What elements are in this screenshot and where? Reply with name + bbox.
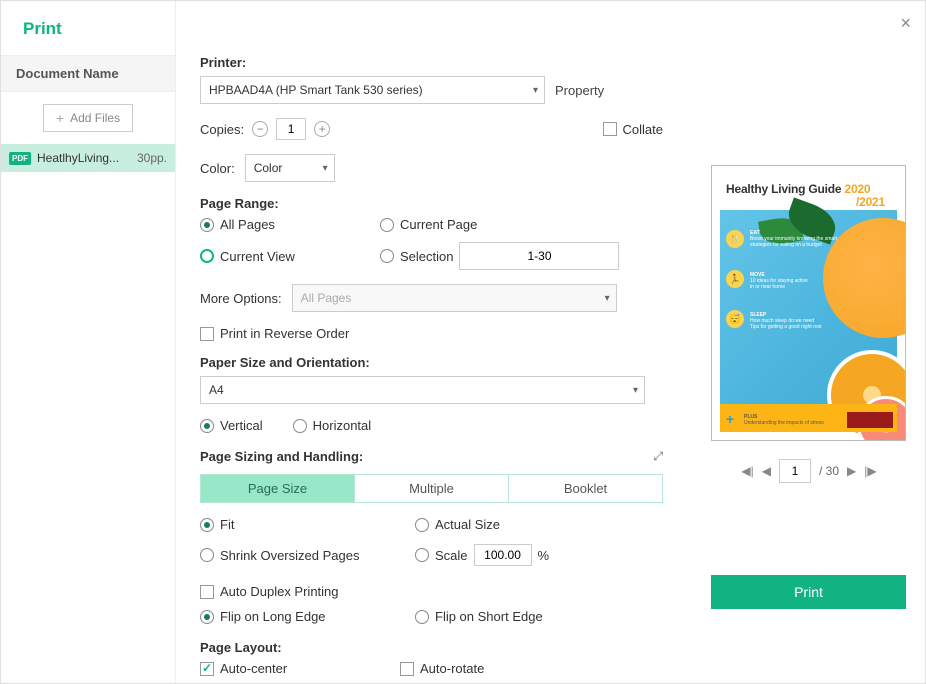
sidebar: Print Document Name + Add Files PDF Heat… (1, 1, 176, 683)
printer-select[interactable]: HPBAAD4A (HP Smart Tank 530 series) ▾ (200, 76, 545, 104)
shrink-radio[interactable]: Shrink Oversized Pages (200, 544, 415, 566)
page-number-input[interactable] (779, 459, 811, 483)
auto-center-checkbox[interactable]: Auto-center (200, 661, 400, 676)
first-page-icon[interactable]: ◀| (741, 464, 753, 478)
sizing-tabs: Page Size Multiple Booklet (200, 474, 663, 503)
actual-size-label: Actual Size (435, 517, 500, 532)
auto-rotate-label: Auto-rotate (420, 661, 484, 676)
file-page-count: 30pp. (137, 151, 167, 165)
color-label: Color: (200, 161, 235, 176)
add-files-button[interactable]: + Add Files (43, 104, 133, 132)
scale-input[interactable] (474, 544, 532, 566)
close-icon[interactable]: × (900, 13, 911, 34)
sizing-label: Page Sizing and Handling: (200, 449, 363, 464)
fit-radio[interactable]: Fit (200, 517, 415, 532)
reverse-order-checkbox[interactable]: Print in Reverse Order (200, 326, 663, 341)
percent-label: % (538, 548, 550, 563)
all-pages-label: All Pages (220, 217, 275, 232)
scale-radio[interactable]: Scale (415, 548, 468, 563)
page-total: / 30 (819, 464, 839, 478)
flip-short-label: Flip on Short Edge (435, 609, 543, 624)
paper-size-value: A4 (209, 383, 224, 397)
copies-increment-button[interactable]: + (314, 121, 330, 137)
paper-size-select[interactable]: A4 ▾ (200, 376, 645, 404)
paper-label: Paper Size and Orientation: (200, 355, 663, 370)
last-page-icon[interactable]: |▶ (864, 464, 876, 478)
scale-label: Scale (435, 548, 468, 563)
tab-booklet[interactable]: Booklet (509, 475, 662, 502)
more-options-select[interactable]: All Pages ▾ (292, 284, 617, 312)
selection-label: Selection (400, 249, 453, 264)
preview-title: Healthy Living Guide 2020 (726, 182, 891, 196)
more-options-value: All Pages (301, 291, 352, 305)
preview-panel: Healthy Living Guide 2020 /2021 A DIGEST… (693, 1, 925, 683)
fit-label: Fit (220, 517, 234, 532)
auto-duplex-checkbox[interactable]: Auto Duplex Printing (200, 584, 663, 599)
selection-radio[interactable]: Selection (380, 242, 663, 270)
tab-page-size[interactable]: Page Size (201, 475, 355, 502)
chevron-down-icon: ▾ (605, 293, 610, 304)
plus-icon: + (56, 110, 64, 126)
prev-page-icon[interactable]: ◀ (762, 464, 771, 478)
file-name: HeatlhyLiving... (37, 151, 131, 165)
collate-checkbox[interactable]: Collate (603, 122, 663, 137)
printer-property-link[interactable]: Property (555, 83, 604, 98)
color-value: Color (254, 161, 283, 175)
flip-long-radio[interactable]: Flip on Long Edge (200, 609, 415, 624)
horizontal-label: Horizontal (313, 418, 372, 433)
selection-range-input[interactable] (459, 242, 619, 270)
auto-center-label: Auto-center (220, 661, 287, 676)
print-dialog: × Print Document Name + Add Files PDF He… (0, 0, 926, 684)
file-row[interactable]: PDF HeatlhyLiving... 30pp. (1, 144, 175, 172)
next-page-icon[interactable]: ▶ (847, 464, 856, 478)
page-range-label: Page Range: (200, 196, 663, 211)
current-page-radio[interactable]: Current Page (380, 217, 663, 232)
auto-rotate-checkbox[interactable]: Auto-rotate (400, 661, 663, 676)
actual-size-radio[interactable]: Actual Size (415, 517, 663, 532)
settings-panel: Printer: HPBAAD4A (HP Smart Tank 530 ser… (176, 1, 693, 683)
expand-icon[interactable]: ⤢ (653, 449, 663, 464)
collate-label: Collate (623, 122, 663, 137)
flip-short-radio[interactable]: Flip on Short Edge (415, 609, 663, 624)
chevron-down-icon: ▾ (323, 163, 328, 174)
all-pages-radio[interactable]: All Pages (200, 217, 380, 232)
reverse-order-label: Print in Reverse Order (220, 326, 349, 341)
dialog-title: Print (1, 1, 175, 55)
copies-decrement-button[interactable]: − (252, 121, 268, 137)
current-page-label: Current Page (400, 217, 477, 232)
add-files-label: Add Files (70, 111, 120, 125)
pdf-icon: PDF (9, 152, 31, 165)
vertical-label: Vertical (220, 418, 263, 433)
page-preview: Healthy Living Guide 2020 /2021 A DIGEST… (711, 165, 906, 441)
more-options-label: More Options: (200, 291, 282, 306)
page-layout-label: Page Layout: (200, 640, 663, 655)
printer-value: HPBAAD4A (HP Smart Tank 530 series) (209, 83, 423, 97)
chevron-down-icon: ▾ (533, 85, 538, 96)
auto-duplex-label: Auto Duplex Printing (220, 584, 339, 599)
color-select[interactable]: Color ▾ (245, 154, 335, 182)
chevron-down-icon: ▾ (633, 385, 638, 396)
preview-pager: ◀| ◀ / 30 ▶ |▶ (711, 459, 907, 483)
document-name-header: Document Name (1, 55, 175, 92)
tab-multiple[interactable]: Multiple (355, 475, 509, 502)
print-button[interactable]: Print (711, 575, 906, 609)
current-view-radio[interactable]: Current View (200, 249, 380, 264)
horizontal-radio[interactable]: Horizontal (293, 418, 372, 433)
copies-label: Copies: (200, 122, 244, 137)
copies-input[interactable] (276, 118, 306, 140)
shrink-label: Shrink Oversized Pages (220, 548, 359, 563)
vertical-radio[interactable]: Vertical (200, 418, 263, 433)
flip-long-label: Flip on Long Edge (220, 609, 326, 624)
current-view-label: Current View (220, 249, 295, 264)
printer-label: Printer: (200, 55, 663, 70)
